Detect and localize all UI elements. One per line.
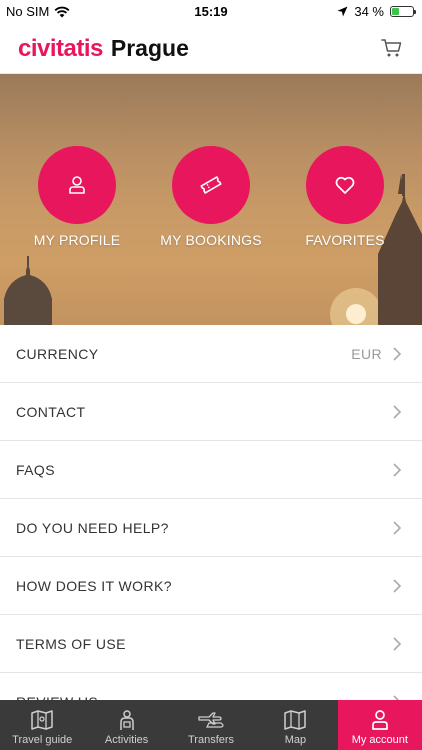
tab-activities[interactable]: Activities <box>84 700 168 750</box>
menu-item-currency[interactable]: CURRENCY EUR <box>0 325 422 383</box>
hero-banner: MY PROFILE MY BOOKINGS FAVORITES <box>0 74 422 325</box>
user-icon <box>69 176 85 194</box>
map-book-icon <box>31 710 53 730</box>
my-profile-label: MY PROFILE <box>33 232 121 248</box>
status-right: 34 % <box>337 4 416 19</box>
menu-item-terms[interactable]: TERMS OF USE <box>0 615 422 673</box>
bottom-tab-bar: Travel guide Activities Transfers Map My… <box>0 700 422 750</box>
battery-percent: 34 % <box>354 4 384 19</box>
chevron-right-icon <box>393 404 402 419</box>
app-header: civitatis Prague <box>0 24 422 74</box>
menu-item-need-help[interactable]: DO YOU NEED HELP? <box>0 499 422 557</box>
heart-icon <box>335 176 355 194</box>
battery-level <box>392 8 399 15</box>
my-bookings-circle[interactable] <box>172 146 250 224</box>
brand-logo: civitatis <box>18 34 103 62</box>
status-bar: No SIM 15:19 34 % <box>0 0 422 24</box>
map-icon <box>284 710 307 730</box>
city-title: Prague <box>110 35 189 61</box>
tab-label: Travel guide <box>12 734 73 746</box>
menu-item-label: HOW DOES IT WORK? <box>16 577 172 594</box>
user-icon <box>371 710 388 730</box>
tab-transfers[interactable]: Transfers <box>169 700 253 750</box>
my-profile-circle[interactable] <box>38 146 116 224</box>
menu-item-contact[interactable]: CONTACT <box>0 383 422 441</box>
hero-actions: MY PROFILE MY BOOKINGS FAVORITES <box>0 146 422 256</box>
favorites-label: FAVORITES <box>305 232 385 248</box>
battery-icon <box>390 6 416 17</box>
menu-item-faqs[interactable]: FAQS <box>0 441 422 499</box>
menu-item-label: CONTACT <box>16 403 86 420</box>
menu-item-label: FAQS <box>16 461 55 478</box>
tab-my-account[interactable]: My account <box>337 700 422 750</box>
plane-car-icon <box>198 712 224 728</box>
location-arrow-icon <box>337 6 348 17</box>
menu-item-label: TERMS OF USE <box>16 635 126 652</box>
chevron-right-icon <box>393 346 402 361</box>
menu-item-how-it-works[interactable]: HOW DOES IT WORK? <box>0 557 422 615</box>
tab-label: Transfers <box>187 734 235 746</box>
favorites-button[interactable]: FAVORITES <box>275 146 415 248</box>
menu-item-label: DO YOU NEED HELP? <box>16 519 169 536</box>
tab-travel-guide[interactable]: Travel guide <box>0 700 84 750</box>
favorites-circle[interactable] <box>306 146 384 224</box>
chevron-right-icon <box>393 578 402 593</box>
tab-label: Map <box>284 734 307 746</box>
tab-map[interactable]: Map <box>253 700 337 750</box>
menu-item-label: CURRENCY <box>16 345 99 362</box>
ticket-icon <box>200 176 222 194</box>
chevron-right-icon <box>393 462 402 477</box>
my-bookings-label: MY BOOKINGS <box>160 232 262 248</box>
chevron-right-icon <box>393 520 402 535</box>
my-bookings-button[interactable]: MY BOOKINGS <box>141 146 281 248</box>
tab-label: Activities <box>104 734 149 746</box>
tour-guide-icon <box>119 710 134 730</box>
tab-label: My account <box>351 734 408 746</box>
chevron-right-icon <box>393 636 402 651</box>
account-menu: CURRENCY EUR CONTACT FAQS DO YOU NEED HE… <box>0 325 422 731</box>
cart-icon[interactable] <box>380 36 404 60</box>
currency-value: EUR <box>351 345 382 362</box>
my-profile-button[interactable]: MY PROFILE <box>7 146 147 248</box>
